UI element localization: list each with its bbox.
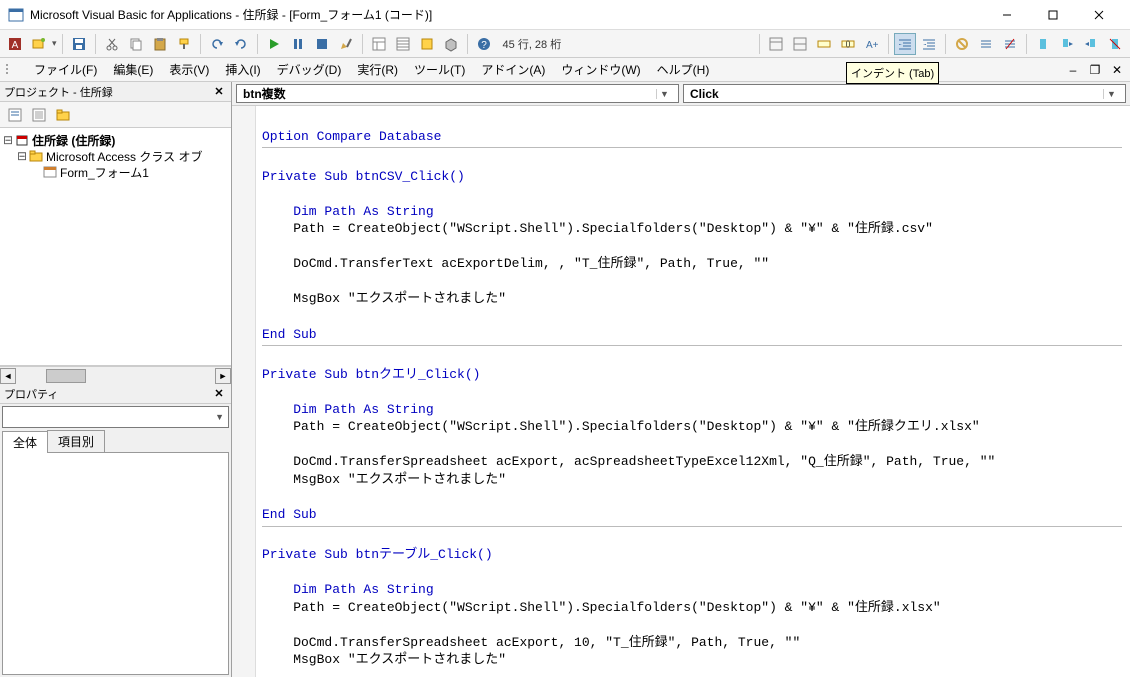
menu-help[interactable]: ヘルプ(H) <box>649 58 718 81</box>
svg-text:(): () <box>846 41 851 48</box>
breakpoint-icon[interactable] <box>951 33 973 55</box>
code-editor[interactable]: Option Compare Database Private Sub btnC… <box>232 106 1130 677</box>
close-button[interactable] <box>1076 0 1122 30</box>
procedure-combo-value: Click <box>690 87 719 101</box>
main-toolbar: A ▾ ? 45 行, 28 桁 () A+ インデント (Tab) <box>0 30 1130 58</box>
menu-run[interactable]: 実行(R) <box>349 58 406 81</box>
bookmark-clear-icon[interactable] <box>1104 33 1126 55</box>
help-icon: ? <box>473 33 495 55</box>
design-mode-icon[interactable] <box>335 33 357 55</box>
list-constants-icon[interactable] <box>789 33 811 55</box>
properties-tab-categorized[interactable]: 項目別 <box>47 430 105 452</box>
menu-file[interactable]: ファイル(F) <box>26 58 105 81</box>
maximize-button[interactable] <box>1030 0 1076 30</box>
menu-debug[interactable]: デバッグ(D) <box>269 58 350 81</box>
menu-edit[interactable]: 編集(E) <box>105 58 161 81</box>
quick-info-icon[interactable] <box>813 33 835 55</box>
minimize-button[interactable] <box>984 0 1030 30</box>
properties-object-combo[interactable]: ▼ <box>2 406 229 428</box>
tree-folder-label: Microsoft Access クラス オブ <box>46 148 202 165</box>
properties-panel-title: プロパティ <box>4 386 58 402</box>
tree-root-label: 住所録 (住所録) <box>32 132 115 149</box>
titlebar: Microsoft Visual Basic for Applications … <box>0 0 1130 30</box>
format-painter-icon[interactable] <box>173 33 195 55</box>
folder-icon <box>28 149 44 163</box>
menubar: ファイル(F) 編集(E) 表示(V) 挿入(I) デバッグ(D) 実行(R) … <box>0 58 1130 82</box>
form-icon <box>42 165 58 179</box>
properties-grid[interactable] <box>2 453 229 675</box>
complete-word-icon[interactable]: A+ <box>861 33 883 55</box>
svg-text:A+: A+ <box>866 40 879 51</box>
properties-panel-close-icon[interactable]: ✕ <box>211 387 227 400</box>
tree-folder[interactable]: ⊟ Microsoft Access クラス オブ <box>2 148 229 164</box>
save-icon[interactable] <box>68 33 90 55</box>
project-tree[interactable]: ⊟ 住所録 (住所録) ⊟ Microsoft Access クラス オブ Fo… <box>0 128 231 366</box>
menu-addins[interactable]: アドイン(A) <box>473 58 553 81</box>
copy-icon[interactable] <box>125 33 147 55</box>
svg-text:?: ? <box>481 40 487 51</box>
svg-text:A: A <box>12 40 19 51</box>
bookmark-toggle-icon[interactable] <box>1032 33 1054 55</box>
comment-block-icon[interactable] <box>975 33 997 55</box>
undo-icon[interactable] <box>206 33 228 55</box>
menu-insert[interactable]: 挿入(I) <box>217 58 268 81</box>
paste-icon[interactable] <box>149 33 171 55</box>
app-icon <box>8 7 24 23</box>
tooltip-indent: インデント (Tab) <box>846 62 939 84</box>
parameter-info-icon[interactable]: () <box>837 33 859 55</box>
menu-view[interactable]: 表示(V) <box>161 58 217 81</box>
mdi-restore-button[interactable]: ❐ <box>1086 62 1104 78</box>
break-icon[interactable] <box>287 33 309 55</box>
object-browser-icon[interactable] <box>416 33 438 55</box>
dropdown-arrow-icon[interactable]: ▼ <box>1103 89 1119 99</box>
view-object-icon[interactable] <box>28 104 50 126</box>
menu-tools[interactable]: ツール(T) <box>406 58 473 81</box>
object-combo[interactable]: btn複数 ▼ <box>236 84 679 103</box>
run-icon[interactable] <box>263 33 285 55</box>
properties-tab-all[interactable]: 全体 <box>2 431 48 453</box>
project-explorer-icon[interactable] <box>368 33 390 55</box>
view-code-icon[interactable] <box>4 104 26 126</box>
indent-icon[interactable] <box>894 33 916 55</box>
cursor-position: 45 行, 28 桁 <box>503 36 562 52</box>
view-access-icon[interactable]: A <box>4 33 26 55</box>
cut-icon[interactable] <box>101 33 123 55</box>
uncomment-block-icon[interactable] <box>999 33 1021 55</box>
mdi-minimize-button[interactable]: – <box>1064 62 1082 78</box>
mdi-close-button[interactable]: ✕ <box>1108 62 1126 78</box>
procedure-combo[interactable]: Click ▼ <box>683 84 1126 103</box>
project-panel-header: プロジェクト - 住所録 ✕ <box>0 82 231 102</box>
tree-form[interactable]: Form_フォーム1 <box>2 164 229 180</box>
object-combo-value: btn複数 <box>243 85 286 102</box>
insert-module-icon[interactable] <box>28 33 50 55</box>
bookmark-next-icon[interactable] <box>1056 33 1078 55</box>
properties-window-icon[interactable] <box>392 33 414 55</box>
database-icon <box>14 133 30 147</box>
project-toolbar <box>0 102 231 128</box>
project-panel-title: プロジェクト - 住所録 <box>4 84 113 100</box>
reset-icon[interactable] <box>311 33 333 55</box>
project-panel-close-icon[interactable]: ✕ <box>211 85 227 98</box>
menu-grip-icon <box>4 61 22 79</box>
menu-window[interactable]: ウィンドウ(W) <box>553 58 648 81</box>
tree-root[interactable]: ⊟ 住所録 (住所録) <box>2 132 229 148</box>
redo-icon[interactable] <box>230 33 252 55</box>
dropdown-arrow-icon[interactable]: ▾ <box>52 38 57 49</box>
bookmark-prev-icon[interactable] <box>1080 33 1102 55</box>
window-title: Microsoft Visual Basic for Applications … <box>30 6 984 23</box>
dropdown-arrow-icon[interactable]: ▼ <box>656 89 672 99</box>
properties-panel-header: プロパティ ✕ <box>0 384 231 404</box>
dropdown-arrow-icon[interactable]: ▼ <box>215 412 224 422</box>
toggle-folders-icon[interactable] <box>52 104 74 126</box>
toolbox-icon[interactable] <box>440 33 462 55</box>
tree-form-label: Form_フォーム1 <box>60 164 149 181</box>
list-properties-icon[interactable] <box>765 33 787 55</box>
outdent-icon[interactable] <box>918 33 940 55</box>
project-hscroll[interactable]: ◄► <box>0 366 231 384</box>
